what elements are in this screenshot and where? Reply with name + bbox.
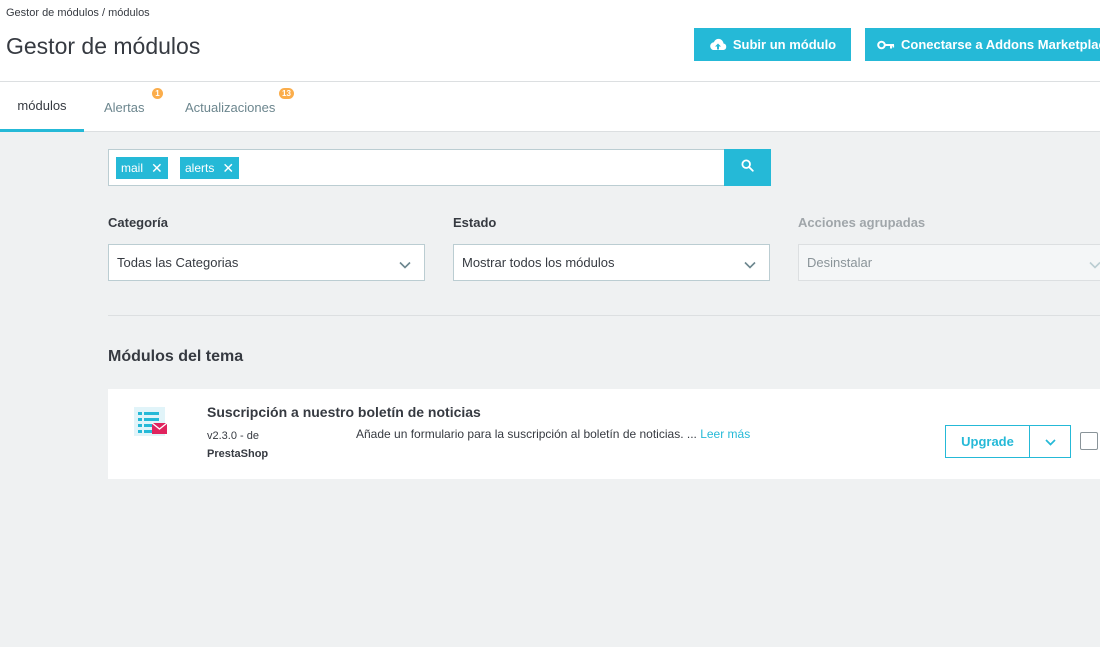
connect-addons-label: Conectarse a Addons Marketplace xyxy=(901,37,1100,52)
category-label: Categoría xyxy=(108,215,168,230)
tab-alerts[interactable]: Alertas 1 xyxy=(104,82,163,132)
bulk-actions-select-value: Desinstalar xyxy=(807,255,873,270)
module-actions-dropdown[interactable] xyxy=(1030,426,1070,457)
module-version: v2.3.0 - de xyxy=(207,430,259,442)
upload-module-button[interactable]: Subir un módulo xyxy=(694,28,851,61)
bulk-actions-label: Acciones agrupadas xyxy=(798,215,926,230)
key-icon xyxy=(877,40,895,50)
search-tag-label: alerts xyxy=(185,161,215,175)
tab-updates[interactable]: Actualizaciones 13 xyxy=(185,82,294,132)
module-card: Suscripción a nuestro boletín de noticia… xyxy=(108,389,1100,479)
chevron-down-icon xyxy=(744,257,756,272)
tab-modules[interactable]: módulos xyxy=(0,82,84,132)
section-divider xyxy=(108,315,1100,316)
tab-alerts-label: Alertas xyxy=(104,99,145,115)
module-description-text: Añade un formulario para la suscripción … xyxy=(356,427,697,441)
page-header: Gestor de módulos / módulos Gestor de mó… xyxy=(0,0,1100,82)
search-button[interactable] xyxy=(724,149,771,186)
bulk-actions-select: Desinstalar xyxy=(798,244,1100,281)
search-tag-alerts[interactable]: alerts ✕ xyxy=(180,157,240,179)
page-title: Gestor de módulos xyxy=(6,33,201,59)
status-select-value: Mostrar todos los módulos xyxy=(462,255,615,270)
module-tabs: módulos Alertas 1 Actualizaciones 13 xyxy=(0,82,1100,132)
breadcrumb: Gestor de módulos / módulos xyxy=(6,7,150,19)
module-select-checkbox[interactable] xyxy=(1080,432,1098,450)
upload-module-label: Subir un módulo xyxy=(732,37,837,52)
read-more-link[interactable]: Leer más xyxy=(700,427,750,441)
search-tag-label: mail xyxy=(121,161,144,175)
upgrade-button[interactable]: Upgrade xyxy=(946,426,1030,457)
category-select-value: Todas las Categorias xyxy=(117,255,239,270)
chevron-down-icon xyxy=(1044,433,1056,451)
chevron-down-icon xyxy=(1089,257,1100,272)
search-icon xyxy=(741,158,754,177)
alerts-count-badge: 1 xyxy=(152,88,163,99)
module-description: Añade un formulario para la suscripción … xyxy=(356,427,750,441)
status-select[interactable]: Mostrar todos los módulos xyxy=(453,244,770,281)
chevron-down-icon xyxy=(399,257,411,272)
connect-addons-button[interactable]: Conectarse a Addons Marketplace xyxy=(865,28,1100,61)
status-label: Estado xyxy=(453,215,497,230)
updates-count-badge: 13 xyxy=(279,88,294,99)
module-name: Suscripción a nuestro boletín de noticia… xyxy=(207,404,481,420)
tab-updates-label: Actualizaciones xyxy=(185,99,276,115)
module-author: PrestaShop xyxy=(207,448,269,460)
module-search[interactable]: mail ✕ alerts ✕ xyxy=(108,149,771,186)
section-title: Módulos del tema xyxy=(108,348,244,365)
cloud-upload-icon xyxy=(709,38,727,52)
remove-tag-icon[interactable]: ✕ xyxy=(151,161,163,175)
search-tag-mail[interactable]: mail ✕ xyxy=(116,157,168,179)
category-select[interactable]: Todas las Categorias xyxy=(108,244,425,281)
newsletter-module-icon xyxy=(132,405,169,439)
tab-modules-label: módulos xyxy=(17,98,67,113)
module-action-group: Upgrade xyxy=(945,425,1071,458)
remove-tag-icon[interactable]: ✕ xyxy=(222,161,234,175)
